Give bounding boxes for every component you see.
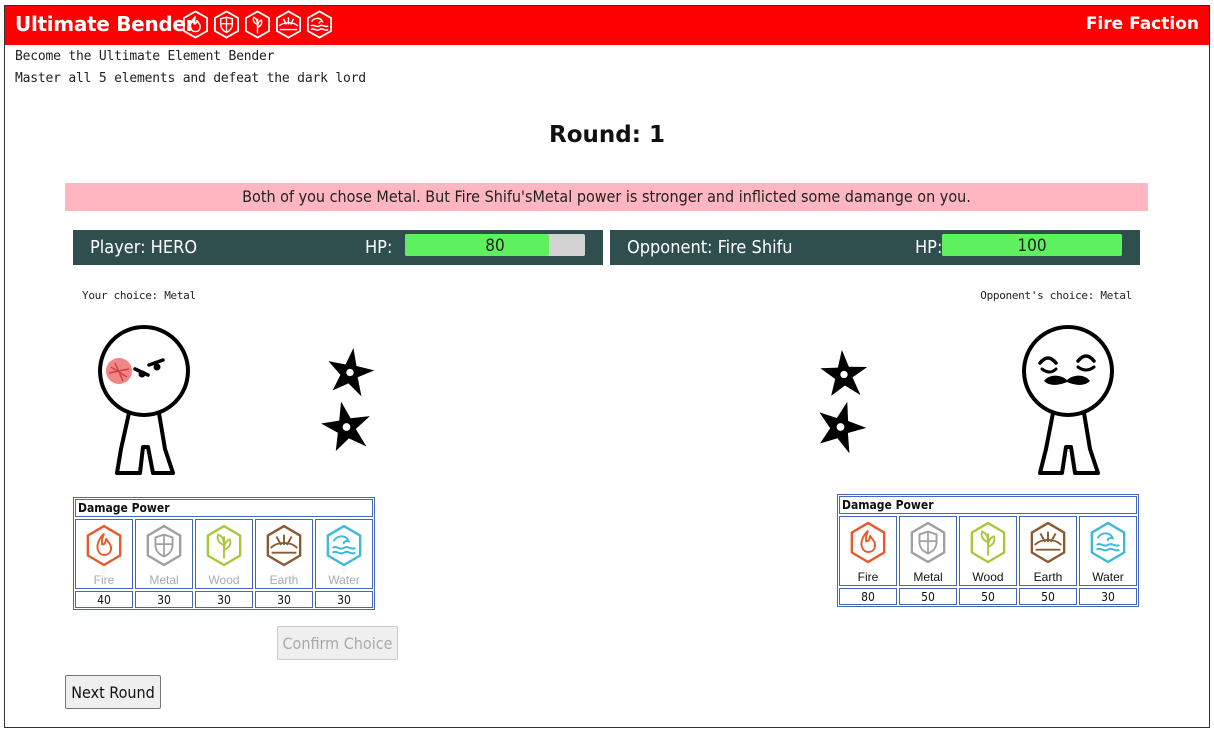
opponent-metal-shuriken-2	[819, 401, 867, 454]
opponent-name: Opponent: Fire Shifu	[627, 237, 793, 258]
element-label: Wood	[208, 573, 240, 587]
element-label: Water	[1092, 570, 1124, 584]
player-hp-value: 80	[485, 236, 505, 256]
water-icon	[306, 10, 333, 39]
opponent-damage-metal-value: 50	[899, 588, 957, 605]
metal-icon	[146, 524, 182, 567]
player-element-water[interactable]: Water	[315, 519, 373, 589]
confirm-choice-button[interactable]: Confirm Choice	[277, 626, 398, 660]
element-label: Water	[328, 573, 360, 587]
earth-icon	[275, 10, 302, 39]
player-metal-shuriken-2	[321, 401, 370, 452]
wood-icon	[970, 521, 1006, 564]
wood-icon	[206, 524, 242, 567]
element-label: Fire	[857, 570, 879, 584]
player-status-bar: Player: HERO HP: 80	[73, 230, 603, 265]
opponent-damage-wood-value: 50	[959, 588, 1017, 605]
player-hp-label: HP:	[365, 237, 393, 258]
app-title: Ultimate Bender	[15, 12, 196, 36]
player-damage-table: Damage Power Fire Metal Wood Earth Water…	[73, 497, 375, 610]
opponent-hp-label: HP:	[915, 237, 943, 258]
opponent-hp-bar: 100	[942, 234, 1122, 256]
earth-icon	[266, 524, 302, 567]
header-element-icons	[181, 10, 334, 39]
player-element-metal[interactable]: Metal	[135, 519, 193, 589]
player-name: Player: HERO	[90, 237, 198, 258]
metal-icon	[910, 521, 946, 564]
intro-line-1: Become the Ultimate Element Bender	[15, 49, 275, 64]
fire-icon	[850, 521, 886, 564]
opponent-choice-label: Opponent's choice: Metal	[980, 289, 1132, 302]
opponent-element-fire: Fire	[839, 516, 897, 586]
player-damage-title: Damage Power	[75, 499, 373, 517]
player-damage-wood-value: 30	[195, 591, 253, 608]
round-title: Round: 1	[549, 122, 665, 148]
element-label: Wood	[972, 570, 1004, 584]
element-label: Fire	[93, 573, 115, 587]
element-label: Earth	[1033, 570, 1063, 584]
opponent-hp-value: 100	[1017, 236, 1047, 256]
element-label: Metal	[913, 570, 943, 584]
fire-icon	[86, 524, 122, 567]
wood-icon	[244, 10, 271, 39]
opponent-element-earth: Earth	[1019, 516, 1077, 586]
opponent-damage-fire-value: 80	[839, 588, 897, 605]
opponent-damage-table: Damage Power Fire Metal Wood Earth Water…	[837, 494, 1139, 607]
player-damage-metal-value: 30	[135, 591, 193, 608]
opponent-character	[1022, 325, 1114, 475]
element-label: Metal	[149, 573, 179, 587]
intro-line-2: Master all 5 elements and defeat the dar…	[15, 71, 366, 86]
opponent-damage-title: Damage Power	[839, 496, 1137, 514]
player-element-earth[interactable]: Earth	[255, 519, 313, 589]
player-element-fire[interactable]: Fire	[75, 519, 133, 589]
metal-icon	[213, 10, 240, 39]
opponent-damage-water-value: 30	[1079, 588, 1137, 605]
player-choice-label: Your choice: Metal	[82, 289, 196, 302]
player-character	[98, 325, 190, 475]
water-icon	[1090, 521, 1126, 564]
earth-icon	[1030, 521, 1066, 564]
opponent-damage-earth-value: 50	[1019, 588, 1077, 605]
battle-message: Both of you chose Metal. But Fire Shifu'…	[65, 183, 1148, 211]
header-bar: Ultimate Bender Fire Faction	[5, 6, 1209, 45]
player-damage-water-value: 30	[315, 591, 373, 608]
water-icon	[326, 524, 362, 567]
next-round-button[interactable]: Next Round	[65, 675, 161, 709]
player-damage-earth-value: 30	[255, 591, 313, 608]
element-label: Earth	[269, 573, 299, 587]
opponent-metal-shuriken-1	[820, 349, 868, 396]
opponent-element-wood: Wood	[959, 516, 1017, 586]
player-metal-shuriken-1	[328, 347, 375, 397]
player-damage-fire-value: 40	[75, 591, 133, 608]
player-hp-bar: 80	[405, 234, 585, 256]
opponent-status-bar: Opponent: Fire Shifu HP: 100	[610, 230, 1140, 265]
faction-label: Fire Faction	[1085, 14, 1199, 34]
player-element-wood[interactable]: Wood	[195, 519, 253, 589]
fire-icon	[182, 10, 209, 39]
opponent-element-metal: Metal	[899, 516, 957, 586]
opponent-element-water: Water	[1079, 516, 1137, 586]
